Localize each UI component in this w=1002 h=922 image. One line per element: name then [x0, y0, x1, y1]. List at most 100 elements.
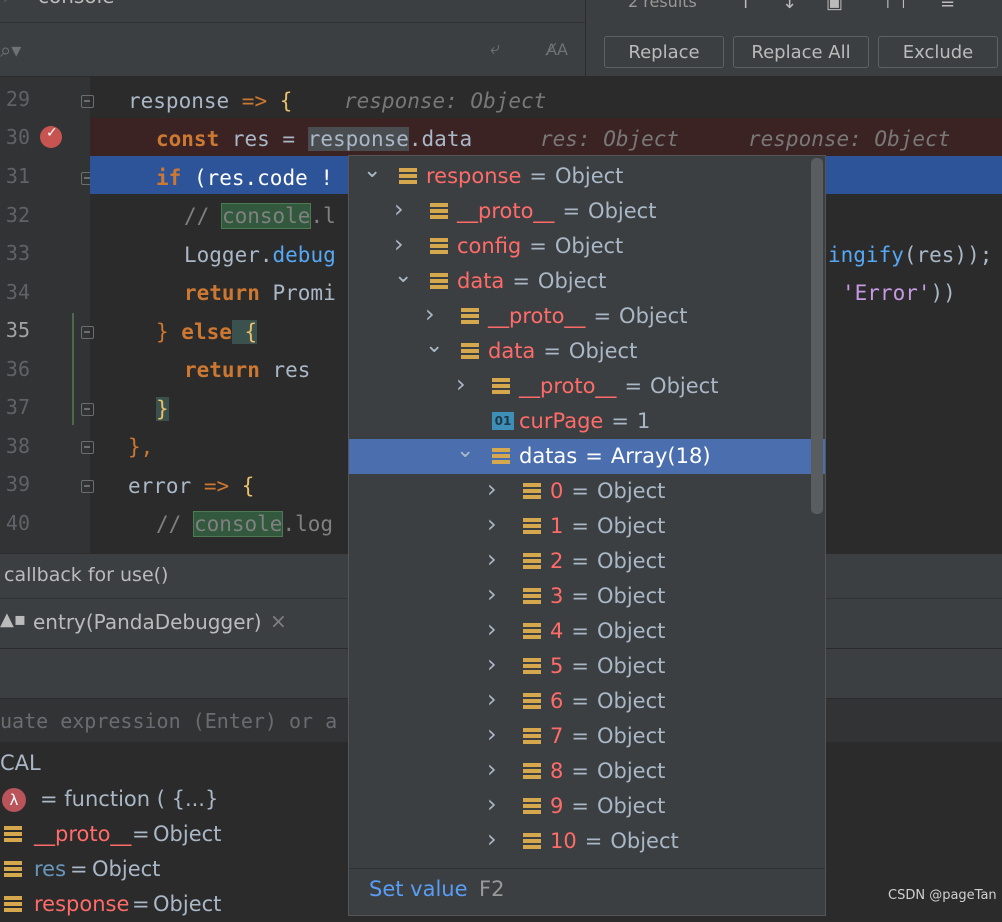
- tree-node-label: 8 = Object: [550, 754, 665, 789]
- tree-row[interactable]: ⌄ response = Object: [349, 158, 825, 194]
- expand-icon[interactable]: ›: [456, 367, 466, 402]
- replace-button[interactable]: Replace: [604, 36, 724, 68]
- object-icon: [523, 658, 541, 675]
- code-line-39[interactable]: error => {: [128, 467, 254, 505]
- collapse-icon[interactable]: ⌄: [394, 258, 412, 293]
- search-input[interactable]: console: [38, 0, 114, 8]
- expand-icon[interactable]: ›: [425, 297, 435, 332]
- collapse-icon[interactable]: ⌄: [456, 433, 474, 468]
- object-icon: [523, 833, 541, 850]
- select-all-icon[interactable]: ▣: [826, 0, 843, 13]
- code-token: {: [279, 89, 293, 113]
- expand-icon[interactable]: ›: [487, 507, 497, 542]
- code-line-38[interactable]: },: [128, 428, 153, 466]
- prev-occurrence-icon[interactable]: ↑: [738, 0, 753, 13]
- code-line-40[interactable]: // console.log: [156, 505, 333, 543]
- tree-row[interactable]: › 7 = Object: [349, 719, 825, 754]
- filter-icon[interactable]: ⊤⊤: [880, 0, 911, 13]
- expand-icon[interactable]: ›: [487, 612, 497, 647]
- newline-icon[interactable]: ↩: [402, 0, 417, 5]
- code-line-33[interactable]: Logger.debug: [184, 236, 336, 274]
- object-icon: [430, 238, 448, 255]
- next-occurrence-icon[interactable]: ↓: [782, 0, 797, 13]
- value-tree-popup[interactable]: ⌄ response = Object › __proto__ = Object › config…: [348, 155, 826, 916]
- fold-icon[interactable]: [81, 480, 94, 493]
- tree-row[interactable]: › 5 = Object: [349, 649, 825, 684]
- code-line-29[interactable]: response => {: [128, 82, 292, 120]
- expand-icon[interactable]: ›: [487, 647, 497, 682]
- code-line-35[interactable]: } else {: [156, 313, 258, 351]
- expand-icon[interactable]: ›: [487, 577, 497, 612]
- code-line-31[interactable]: if (res.code !: [156, 159, 333, 197]
- tree-row[interactable]: ⌄ data = Object: [349, 333, 825, 369]
- replace-row[interactable]: ⌕▾ ⤶ A̸A: [0, 34, 585, 70]
- tree-row[interactable]: › 9 = Object: [349, 789, 825, 824]
- code-line-30[interactable]: const res = response.data: [156, 120, 472, 158]
- fold-icon[interactable]: [81, 441, 94, 454]
- expand-icon[interactable]: ›: [394, 192, 404, 227]
- tree-row[interactable]: › __proto__ = Object: [349, 194, 825, 229]
- code-token: },: [128, 435, 154, 459]
- match-case-icon[interactable]: Cc: [456, 0, 480, 3]
- code-line-34-tail[interactable]: 'Error')): [842, 274, 956, 312]
- equals-sign: =: [543, 339, 561, 363]
- object-icon: [523, 693, 541, 710]
- code-line-32[interactable]: // console.l: [184, 197, 336, 235]
- exclude-button[interactable]: Exclude: [878, 36, 998, 68]
- variable-value: = function ( {...}: [40, 787, 219, 811]
- code-token: res =: [219, 127, 308, 151]
- tree-row[interactable]: › 10 = Object: [349, 824, 825, 859]
- expand-icon[interactable]: ›: [487, 752, 497, 787]
- tree-row[interactable]: 01 curPage = 1: [349, 404, 825, 439]
- fold-icon[interactable]: [81, 403, 94, 416]
- options-icon[interactable]: ≡: [940, 0, 955, 13]
- fold-icon[interactable]: [81, 326, 94, 339]
- expand-icon[interactable]: ›: [487, 542, 497, 577]
- code-token: .l: [310, 204, 336, 228]
- equals-sign: =: [584, 829, 603, 853]
- fold-icon[interactable]: [81, 95, 94, 108]
- tree-row[interactable]: › __proto__ = Object: [349, 299, 825, 334]
- search-row[interactable]: ⌕ console ✕ ↩ Cc W: [0, 0, 585, 23]
- code-line-34[interactable]: return Promi: [184, 274, 336, 312]
- expand-icon[interactable]: ›: [487, 787, 497, 822]
- tree-row[interactable]: › 4 = Object: [349, 614, 825, 649]
- collapse-icon[interactable]: ⌄: [425, 328, 443, 363]
- expand-icon[interactable]: ›: [487, 717, 497, 752]
- expand-icon[interactable]: ›: [487, 472, 497, 507]
- tree-row[interactable]: › __proto__ = Object: [349, 369, 825, 404]
- thread-icon: ▲▪: [0, 609, 27, 630]
- expand-icon[interactable]: ›: [394, 227, 404, 262]
- scrollbar[interactable]: [811, 158, 823, 514]
- tree-row[interactable]: › config = Object: [349, 229, 825, 264]
- close-icon[interactable]: ×: [270, 609, 287, 633]
- code-line-33-tail[interactable]: ingify(res));: [828, 236, 992, 274]
- tree-row[interactable]: › 3 = Object: [349, 579, 825, 614]
- expand-icon[interactable]: ›: [487, 682, 497, 717]
- evaluate-input[interactable]: uate expression (Enter) or a: [0, 709, 337, 733]
- preserve-case-icon[interactable]: A̸A: [546, 40, 568, 59]
- tree-row[interactable]: › 1 = Object: [349, 509, 825, 544]
- object-icon: [492, 448, 510, 465]
- whole-word-icon[interactable]: W: [505, 0, 525, 3]
- tree-row[interactable]: ⌄ data = Object: [349, 263, 825, 299]
- tree-row[interactable]: › 6 = Object: [349, 684, 825, 719]
- tree-node-name: 0: [550, 479, 564, 503]
- tree-row[interactable]: › 0 = Object: [349, 474, 825, 509]
- replace-all-button[interactable]: Replace All: [733, 36, 869, 68]
- set-value-link[interactable]: Set value: [369, 877, 468, 901]
- tree-row[interactable]: › 8 = Object: [349, 754, 825, 789]
- collapse-icon[interactable]: ⌄: [363, 156, 381, 188]
- tree-node-name: config: [457, 234, 522, 258]
- expand-icon[interactable]: ›: [487, 822, 497, 857]
- clear-icon[interactable]: ✕: [362, 0, 377, 5]
- tree-node-value: Object: [554, 234, 624, 258]
- code-line-36[interactable]: return res: [184, 351, 310, 389]
- tree-row[interactable]: › 2 = Object: [349, 544, 825, 579]
- frame-tab-label[interactable]: entry(PandaDebugger): [33, 610, 262, 634]
- gutter[interactable]: 29 30 31 32 33 34 35 36 37 38 39 40: [0, 77, 94, 553]
- code-token-hovered[interactable]: response: [307, 127, 409, 151]
- tree-row[interactable]: ⌄ datas = Array(18): [349, 438, 825, 474]
- code-line-37[interactable]: }: [156, 390, 169, 428]
- replace-newline-icon[interactable]: ⤶: [490, 38, 500, 59]
